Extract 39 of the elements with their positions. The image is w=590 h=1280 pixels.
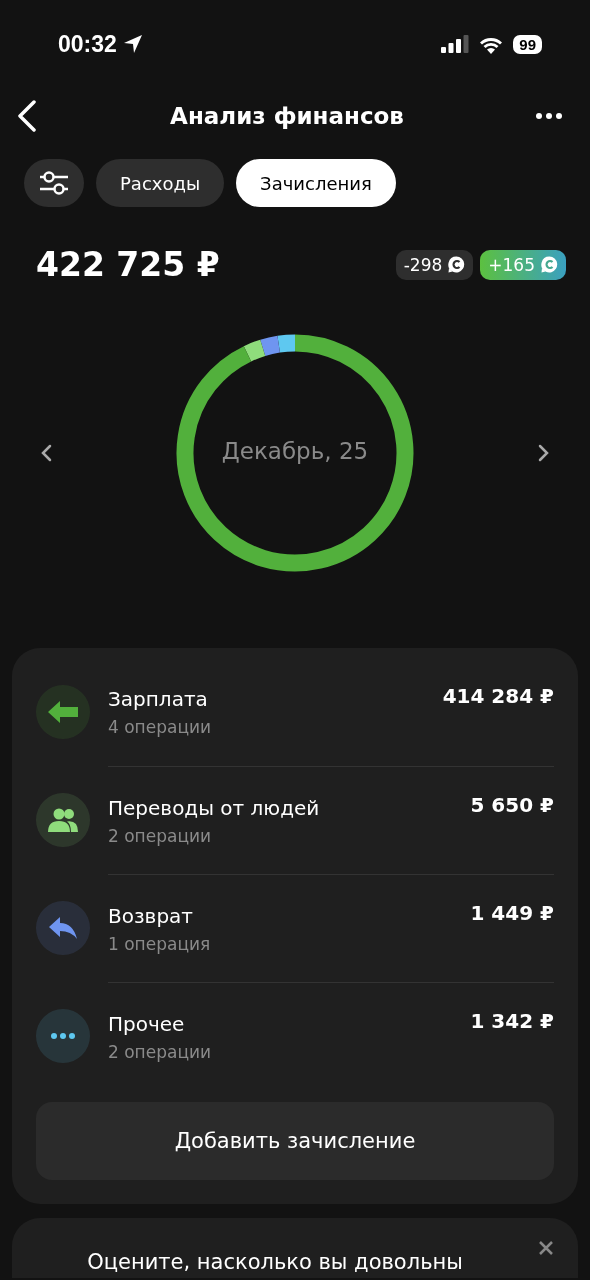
category-amount: 1 449 ₽	[470, 901, 554, 925]
coin-icon	[448, 256, 466, 273]
operations-count: 1 операция	[108, 933, 212, 954]
operations-count: 4 операции	[108, 717, 213, 737]
tab[interactable]: Зачисления	[236, 159, 396, 207]
location-arrow-icon	[122, 34, 143, 54]
tab[interactable]: Расходы	[96, 159, 225, 207]
coin-icon	[541, 256, 558, 273]
add-income-button[interactable]: Добавить зачисление	[36, 1102, 554, 1180]
cashback-badge: -298	[395, 249, 474, 280]
back-chevron-icon	[16, 100, 38, 132]
return-arrow-icon	[49, 917, 77, 939]
category-name: Возврат	[108, 903, 194, 928]
total-amount: 422 725 ₽	[36, 245, 221, 284]
screen-title: Анализ финансов	[169, 103, 405, 129]
more-icon	[536, 113, 562, 119]
survey-text: Оцените, насколько вы довольны	[86, 1250, 464, 1276]
filter-button[interactable]	[24, 159, 84, 207]
battery-level: 99	[513, 34, 542, 54]
arrow-left-icon	[48, 701, 78, 723]
more-icon	[51, 1033, 75, 1039]
chevron-right-icon	[538, 444, 550, 462]
close-icon	[538, 1240, 554, 1256]
signal-icon	[441, 35, 470, 53]
category-amount: 414 284 ₽	[442, 684, 554, 708]
operations-count: 2 операции	[108, 825, 213, 846]
category-name: Прочее	[108, 1011, 186, 1036]
category-name: Переводы от людей	[108, 795, 321, 820]
cashback-badge: +165	[480, 249, 566, 280]
status-time: 00:32	[58, 30, 117, 58]
category-amount: 5 650 ₽	[470, 793, 554, 817]
category-name: Зарплата	[108, 687, 209, 711]
category-amount: 1 342 ₽	[470, 1009, 554, 1033]
period-label: Декабрь, 25	[220, 438, 370, 464]
close-button[interactable]	[538, 1240, 554, 1256]
chevron-left-icon	[40, 444, 52, 462]
operations-count: 2 операции	[108, 1041, 213, 1062]
people-icon	[48, 808, 78, 832]
filter-icon	[38, 170, 70, 196]
